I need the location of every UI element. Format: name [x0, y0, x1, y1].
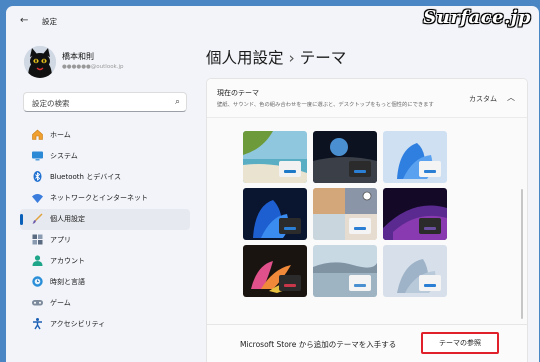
theme-preview-window	[349, 161, 371, 177]
sidebar-item-label: Bluetooth とデバイス	[50, 173, 121, 181]
theme-preview-window	[419, 218, 441, 234]
current-theme-description: 壁紙、サウンド、色の組み合わせを一度に選ぶと、デスクトップをもっと個性的にできま…	[217, 102, 434, 108]
theme-preview-window	[349, 218, 371, 234]
sidebar-nav: ホーム システム Bluetooth とデバイス ネットワークとインターネット …	[20, 125, 190, 335]
sidebar-item-label: アプリ	[50, 236, 71, 244]
sidebar-item-accounts[interactable]: アカウント	[20, 251, 190, 272]
theme-tile[interactable]	[243, 131, 307, 183]
search-placeholder: 設定の検索	[32, 99, 70, 108]
sidebar-item-system[interactable]: システム	[20, 146, 190, 167]
theme-tile[interactable]	[313, 245, 377, 297]
theme-preview-window	[279, 161, 301, 177]
home-icon	[30, 128, 44, 142]
breadcrumb-separator-icon: ›	[288, 49, 295, 67]
theme-tile[interactable]	[243, 188, 307, 240]
sidebar-item-gaming[interactable]: ゲーム	[20, 293, 190, 314]
theme-preview-window	[279, 275, 301, 291]
page-title: テーマ	[299, 49, 347, 67]
clock-globe-icon	[30, 275, 44, 289]
person-icon	[30, 254, 44, 268]
sidebar-item-home[interactable]: ホーム	[20, 125, 190, 146]
search-icon[interactable]: ⌕	[175, 97, 180, 107]
avatar[interactable]	[24, 46, 56, 78]
sidebar-item-network[interactable]: ネットワークとインターネット	[20, 188, 190, 209]
gamepad-icon	[30, 296, 44, 310]
site-watermark: Surface.jp	[423, 7, 531, 28]
wifi-icon	[30, 191, 44, 205]
user-email: ●●●●●●@outlook.jp	[62, 64, 124, 70]
current-theme-panel: 現在のテーマ 壁紙、サウンド、色の組み合わせを一度に選ぶと、デスクトップをもっと…	[206, 78, 528, 362]
sidebar-item-label: ネットワークとインターネット	[50, 194, 148, 202]
theme-preview-window	[419, 161, 441, 177]
store-text: Microsoft Store から追加のテーマを入手する	[240, 340, 397, 349]
sidebar-item-bluetooth[interactable]: Bluetooth とデバイス	[20, 167, 190, 188]
sidebar-item-label: システム	[50, 152, 78, 160]
theme-tile[interactable]	[313, 131, 377, 183]
sidebar-item-label: アクセシビリティ	[50, 320, 106, 328]
store-row: Microsoft Store から追加のテーマを入手する テーマの参照	[207, 324, 527, 362]
back-arrow-icon[interactable]: ←	[20, 15, 28, 26]
current-theme-value: カスタム	[469, 95, 497, 103]
theme-tile[interactable]	[383, 131, 447, 183]
scrollbar[interactable]	[521, 189, 523, 319]
theme-preview-window	[349, 275, 371, 291]
apps-icon	[30, 233, 44, 247]
user-name: 橋本和則	[62, 52, 94, 61]
search-input[interactable]: 設定の検索 ⌕	[23, 92, 187, 112]
chevron-up-icon[interactable]: ︿	[507, 92, 515, 103]
sidebar-item-label: アカウント	[50, 257, 85, 265]
sidebar-item-personalization[interactable]: 個人用設定	[20, 209, 190, 230]
theme-tile[interactable]	[383, 188, 447, 240]
sidebar-item-label: ホーム	[50, 131, 71, 139]
theme-tile[interactable]	[243, 245, 307, 297]
monitor-icon	[30, 149, 44, 163]
sidebar-item-label: 時刻と言語	[50, 278, 85, 286]
brush-icon	[30, 212, 44, 226]
theme-preview-window	[419, 275, 441, 291]
browse-themes-button[interactable]: テーマの参照	[421, 332, 499, 354]
sidebar-item-accessibility[interactable]: アクセシビリティ	[20, 314, 190, 335]
sidebar-item-label: ゲーム	[50, 299, 71, 307]
accessibility-icon	[30, 317, 44, 331]
sidebar-item-label: 個人用設定	[50, 215, 85, 223]
bluetooth-icon	[30, 170, 44, 184]
current-theme-header[interactable]: 現在のテーマ 壁紙、サウンド、色の組み合わせを一度に選ぶと、デスクトップをもっと…	[207, 79, 527, 118]
theme-tile[interactable]	[383, 245, 447, 297]
current-theme-title: 現在のテーマ	[217, 89, 259, 97]
app-title: 設定	[42, 17, 57, 26]
sidebar-item-time-language[interactable]: 時刻と言語	[20, 272, 190, 293]
breadcrumb-parent[interactable]: 個人用設定	[206, 49, 284, 67]
theme-tile[interactable]	[313, 188, 377, 240]
breadcrumb: 個人用設定 › テーマ	[206, 46, 346, 68]
settings-window: ← 設定 橋本和則 ●●●●●●@outlook.jp 設定の検索 ⌕ ホーム	[6, 6, 539, 362]
theme-preview-window	[279, 218, 301, 234]
sidebar-item-apps[interactable]: アプリ	[20, 230, 190, 251]
